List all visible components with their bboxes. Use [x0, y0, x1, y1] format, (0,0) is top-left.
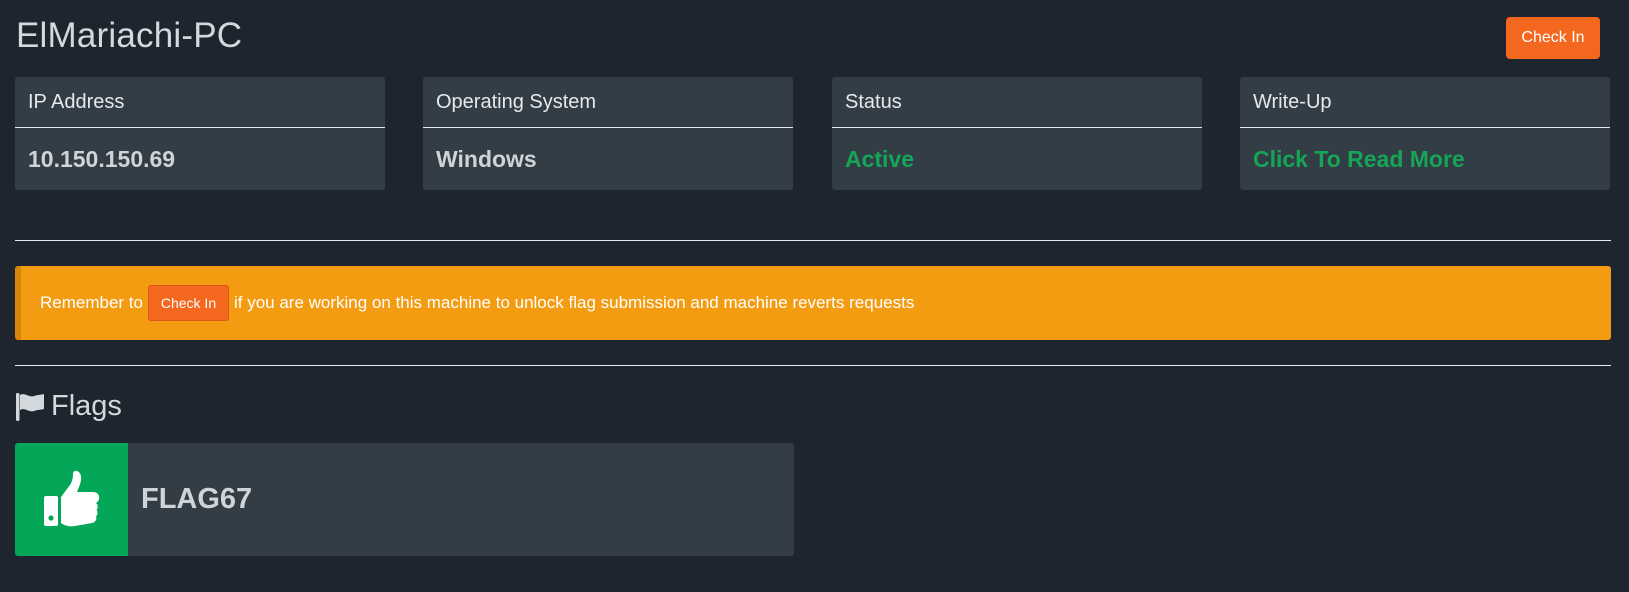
- alert-content: Remember to Check In if you are working …: [40, 285, 914, 321]
- write-up-label: Write-Up: [1240, 77, 1610, 128]
- flag-icon: [16, 392, 44, 421]
- check-in-button[interactable]: Check In: [1506, 17, 1600, 59]
- machine-page: ElMariachi-PC Check In IP Address 10.150…: [0, 0, 1629, 592]
- flags-heading: Flags: [15, 390, 122, 423]
- operating-system-value: Windows: [436, 146, 537, 172]
- divider: [15, 365, 1611, 366]
- operating-system-card: Operating System Windows: [423, 77, 793, 190]
- header: ElMariachi-PC Check In: [15, 0, 1614, 76]
- thumbs-up-icon: [43, 470, 99, 526]
- status-value: Active: [845, 146, 915, 172]
- flag-card: FLAG67: [15, 443, 794, 556]
- flag-status-box: [15, 443, 128, 556]
- alert-text-after: if you are working on this machine to un…: [233, 293, 915, 312]
- flags-heading-label: Flags: [51, 390, 122, 422]
- machine-info-cards: IP Address 10.150.150.69 Operating Syste…: [15, 77, 1611, 190]
- write-up-card: Write-Up Click To Read More: [1240, 77, 1610, 190]
- operating-system-label: Operating System: [423, 77, 793, 128]
- alert-text-before: Remember to: [40, 293, 143, 312]
- ip-address-value: 10.150.150.69: [28, 146, 176, 172]
- ip-address-label: IP Address: [15, 77, 385, 128]
- divider: [15, 240, 1611, 241]
- alert-check-in-button[interactable]: Check In: [147, 285, 229, 321]
- check-in-alert: Remember to Check In if you are working …: [15, 266, 1611, 340]
- flag-name: FLAG67: [141, 483, 253, 515]
- write-up-link[interactable]: Click To Read More: [1240, 128, 1610, 190]
- ip-address-card: IP Address 10.150.150.69: [15, 77, 385, 190]
- status-label: Status: [832, 77, 1202, 128]
- page-title: ElMariachi-PC: [16, 16, 243, 55]
- status-card: Status Active: [832, 77, 1202, 190]
